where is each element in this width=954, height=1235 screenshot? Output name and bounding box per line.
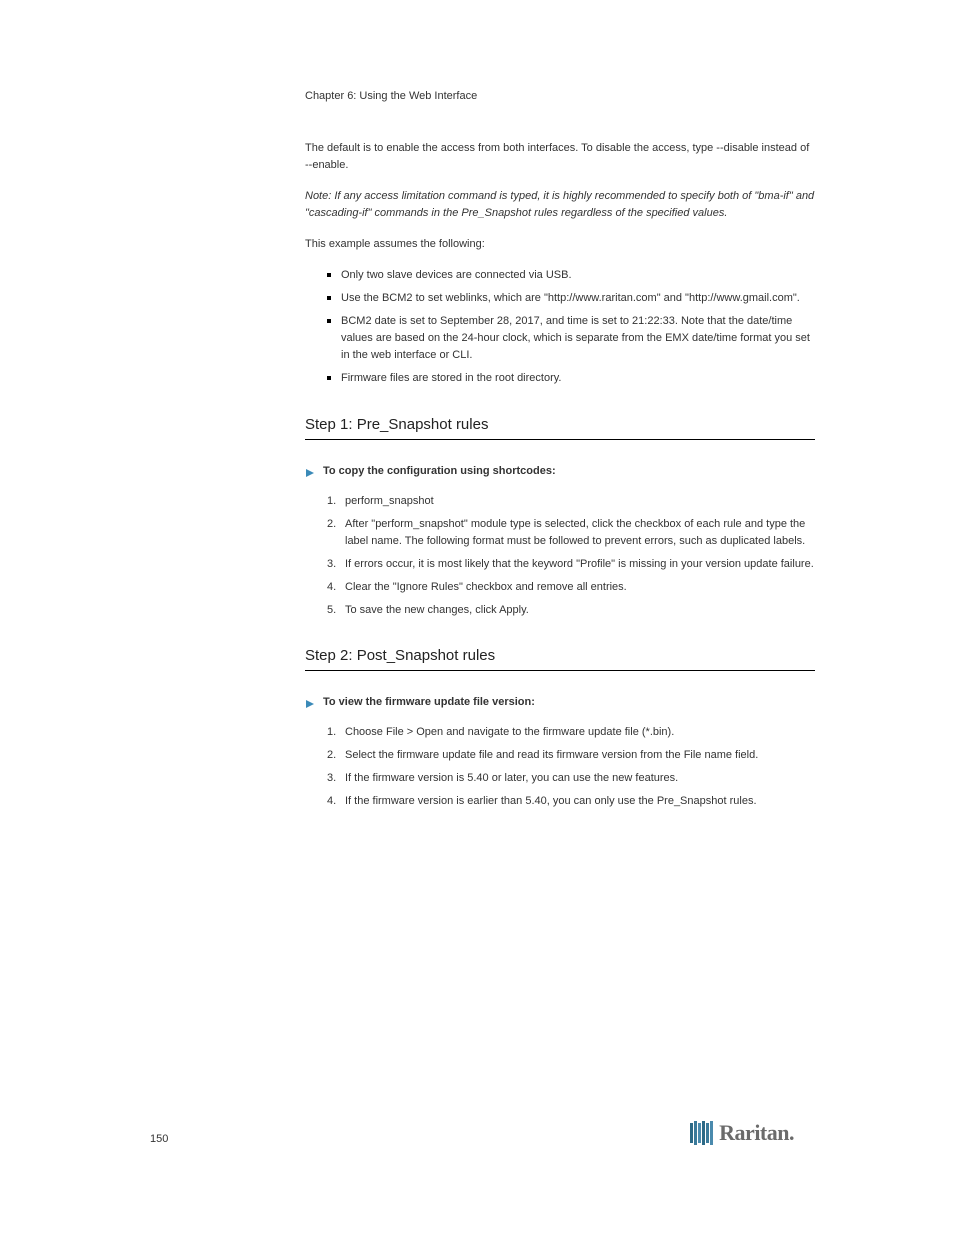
config-copy-list: Only two slave devices are connected via…: [327, 267, 815, 387]
list-item: 3.If errors occur, it is most likely tha…: [327, 556, 815, 573]
intro-paragraph-1: The default is to enable the access from…: [305, 140, 815, 174]
intro-note-paragraph: Note: If any access limitation command i…: [305, 188, 815, 222]
brand-logo: Raritan.: [690, 1120, 794, 1146]
section2-list: 1.Choose File > Open and navigate to the…: [327, 724, 815, 810]
chapter-header: Chapter 6: Using the Web Interface: [305, 90, 815, 102]
list-item: 5.To save the new changes, click Apply.: [327, 602, 815, 619]
list-item: Use the BCM2 to set weblinks, which are …: [327, 290, 815, 307]
logo-text: Raritan.: [719, 1120, 794, 1146]
list-item: 3.If the firmware version is 5.40 or lat…: [327, 770, 815, 787]
list-item: 2.After "perform_snapshot" module type i…: [327, 516, 815, 550]
list-item: 1.perform_snapshot: [327, 493, 815, 510]
section1-list: 1.perform_snapshot 2.After "perform_snap…: [327, 493, 815, 619]
section-heading-step2: Step 2: Post_Snapshot rules: [305, 647, 815, 671]
logo-mark-icon: [690, 1121, 713, 1145]
arrow-right-icon: [305, 696, 315, 714]
arrow-right-icon: [305, 465, 315, 483]
procedure-line: To view the firmware update file version…: [305, 695, 815, 714]
list-item: Only two slave devices are connected via…: [327, 267, 815, 284]
section-heading-step1: Step 1: Pre_Snapshot rules: [305, 416, 815, 440]
list-item: 2.Select the firmware update file and re…: [327, 747, 815, 764]
intro-note-end: rules regardless of the specified values…: [534, 207, 727, 219]
list-item: 4.Clear the "Ignore Rules" checkbox and …: [327, 579, 815, 596]
list-item: 1.Choose File > Open and navigate to the…: [327, 724, 815, 741]
list-item: BCM2 date is set to September 28, 2017, …: [327, 313, 815, 364]
procedure-label: To view the firmware update file version…: [323, 695, 535, 710]
config-copy-intro: This example assumes the following:: [305, 236, 815, 253]
page-number: 150: [150, 1133, 168, 1145]
list-item: Firmware files are stored in the root di…: [327, 370, 815, 387]
procedure-line: To copy the configuration using shortcod…: [305, 464, 815, 483]
intro-note-prefix: Note: If any access limitation command i…: [305, 190, 677, 202]
list-item: 4.If the firmware version is earlier tha…: [327, 793, 815, 810]
procedure-label: To copy the configuration using shortcod…: [323, 464, 556, 479]
